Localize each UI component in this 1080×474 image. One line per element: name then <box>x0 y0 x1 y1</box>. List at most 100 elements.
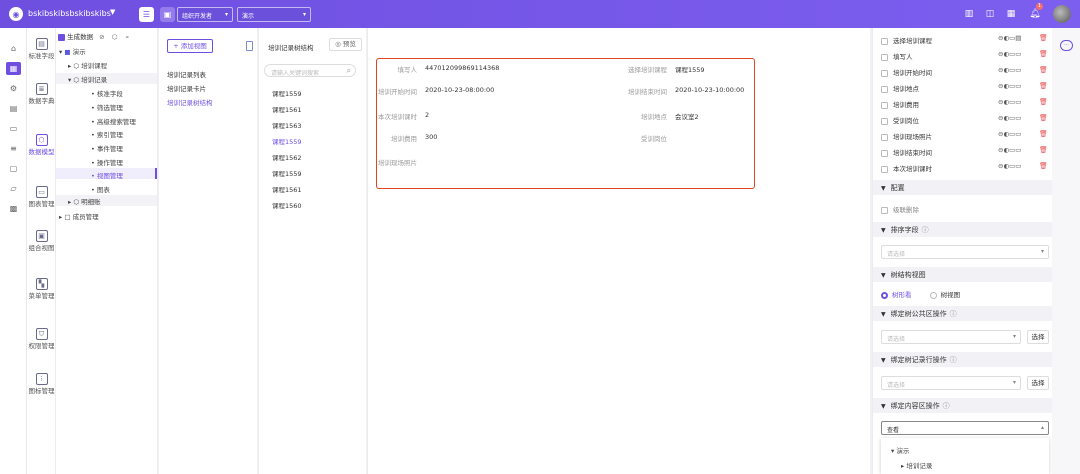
module-icon-manage[interactable]: ⁝ 图标管理 <box>27 373 56 396</box>
field-tools-icon[interactable]: ⊖◐▭▭ <box>998 82 1021 90</box>
layout-icon[interactable]: ◫ <box>984 8 996 20</box>
list-item[interactable]: 课程1559 <box>272 88 302 98</box>
info-icon[interactable]: ⓘ <box>922 226 929 234</box>
info-icon[interactable]: ⓘ <box>950 356 957 364</box>
org-select[interactable]: 组织开发者 ▾ <box>177 7 233 22</box>
radio-view[interactable] <box>929 291 937 299</box>
tree-node-record[interactable]: ▾ ⬡ 培训记录 <box>68 74 107 84</box>
field-row[interactable]: 培训开始时间 <box>881 67 932 77</box>
table-icon[interactable]: ▤ <box>6 102 21 115</box>
field-tools-icon[interactable]: ⊖◐▭▭ <box>998 130 1021 138</box>
trash-icon[interactable]: 🗑︎ <box>1039 130 1048 138</box>
field-tools-icon[interactable]: ⊖◐▭▤ <box>998 34 1021 42</box>
generate-data-checkbox[interactable] <box>58 33 65 41</box>
tree-node-child[interactable]: • 图表 <box>91 184 110 194</box>
home-icon[interactable]: ⌂ <box>6 42 21 55</box>
record-form[interactable]: 填写人 447012099869114368 选择培训课程 课程1559 培训开… <box>376 58 755 189</box>
section-row-op[interactable]: ▼ 绑定树记录行操作 ⓘ <box>873 352 1053 367</box>
tree-node-child[interactable]: • 操作管理 <box>91 157 123 167</box>
section-sort[interactable]: ▼ 排序字段 ⓘ <box>873 222 1053 237</box>
section-config[interactable]: ▼ 配置 <box>873 180 1053 195</box>
list-item[interactable]: 课程1563 <box>272 120 302 130</box>
field-row[interactable]: 培训现场照片 <box>881 131 932 141</box>
list-item-selected[interactable]: 课程1559 <box>272 136 302 146</box>
dropdown-option-root[interactable]: ▾ 演示 <box>891 445 909 455</box>
list-item[interactable]: 课程1561 <box>272 184 302 194</box>
field-tools-icon[interactable]: ⊖◐▭▭ <box>998 162 1021 170</box>
hierarchy-icon[interactable]: ⚙ <box>6 82 21 95</box>
trash-icon[interactable]: 🗑︎ <box>1039 34 1048 42</box>
field-checkbox[interactable] <box>881 69 888 77</box>
tree-node-child-selected[interactable]: • 视图管理 <box>91 170 123 180</box>
trash-icon[interactable]: 🗑︎ <box>1039 98 1048 106</box>
section-tree-view[interactable]: ▼ 树结构视图 <box>873 267 1053 282</box>
field-checkbox[interactable] <box>881 165 888 173</box>
view-item[interactable]: 培训记录卡片 <box>167 83 206 93</box>
module-combo-view[interactable]: ▣ 组合视图 <box>27 230 56 253</box>
tree-node-child[interactable]: • 筛选管理 <box>91 102 123 112</box>
list-icon[interactable]: ≡ <box>6 142 21 155</box>
trash-icon[interactable]: 🗑︎ <box>1039 146 1048 154</box>
tree-node-root[interactable]: ▾ ■ 演示 <box>59 46 86 56</box>
field-checkbox[interactable] <box>881 133 888 141</box>
view-item-selected[interactable]: 培训记录树结构 <box>167 97 213 107</box>
field-checkbox[interactable] <box>881 37 888 45</box>
sort-field-select[interactable]: 请选择 ▾ <box>881 245 1049 259</box>
radio-tree[interactable] <box>881 291 888 299</box>
cascade-delete-checkbox[interactable] <box>881 206 888 214</box>
search-icon[interactable]: ⌕ <box>125 33 129 41</box>
grid-view-icon[interactable]: ▦ <box>1005 8 1017 20</box>
field-tools-icon[interactable]: ⊖◐▭▭ <box>998 98 1021 106</box>
gallery-icon[interactable]: ▩ <box>6 202 21 215</box>
barcode-icon[interactable]: ▥ <box>963 8 975 20</box>
apps-icon[interactable]: ▦ <box>6 62 21 75</box>
preview-button[interactable]: ◎ 预览 <box>329 38 362 51</box>
field-row[interactable]: 选择培训课程 <box>881 35 932 45</box>
refresh-icon[interactable]: ⊘ <box>99 33 104 41</box>
section-content-op[interactable]: ▼ 绑定内容区操作 ⓘ <box>873 398 1053 413</box>
tree-node-detail[interactable]: ▸ ⬡ 明细账 <box>68 196 101 206</box>
tree-node-members[interactable]: ▸ □ 成员管理 <box>59 211 99 221</box>
trash-icon[interactable]: 🗑︎ <box>1039 114 1048 122</box>
section-public-op[interactable]: ▼ 绑定树公共区操作 ⓘ <box>873 306 1053 321</box>
cascade-delete-row[interactable]: 级联删除 <box>881 204 919 214</box>
module-data-model[interactable]: ⬡ 数据模型 <box>27 134 56 157</box>
field-row[interactable]: 填写人 <box>881 51 913 61</box>
folder-icon[interactable]: ▱ <box>6 182 21 195</box>
content-op-select[interactable]: 查看 ▴ <box>881 421 1049 435</box>
field-checkbox[interactable] <box>881 85 888 93</box>
choose-button[interactable]: 选择 <box>1027 330 1049 344</box>
trash-icon[interactable]: 🗑︎ <box>1039 162 1048 170</box>
list-item[interactable]: 课程1562 <box>272 152 302 162</box>
list-item[interactable]: 课程1561 <box>272 104 302 114</box>
search-input[interactable]: 请输入关键词搜索 ⌕ <box>264 64 356 77</box>
tree-node-child[interactable]: • 事件管理 <box>91 143 123 153</box>
tree-node-child[interactable]: • 高级搜索管理 <box>91 116 136 126</box>
choose-button[interactable]: 选择 <box>1027 376 1049 390</box>
field-row[interactable]: 培训地点 <box>881 83 919 93</box>
frame-icon[interactable]: ▣ <box>160 7 175 22</box>
tree-node-child[interactable]: • 核准字段 <box>91 88 123 98</box>
field-row[interactable]: 受训岗位 <box>881 115 919 125</box>
info-icon[interactable]: ⓘ <box>943 402 950 410</box>
view-item[interactable]: 培训记录列表 <box>167 69 206 79</box>
calendar-icon[interactable]: ▭ <box>6 122 21 135</box>
public-op-select[interactable]: 请选择 ▾ <box>881 330 1021 344</box>
info-icon[interactable]: ⓘ <box>950 310 957 318</box>
view-scroll-icon[interactable] <box>246 41 253 51</box>
row-op-select[interactable]: 请选择 ▾ <box>881 376 1021 390</box>
field-tools-icon[interactable]: ⊖◐▭▭ <box>998 114 1021 122</box>
field-row[interactable]: 培训费用 <box>881 99 919 109</box>
tree-node-child[interactable]: • 索引管理 <box>91 129 123 139</box>
tree-node-course[interactable]: ▸ ⬡ 培训课程 <box>68 60 107 70</box>
cube-icon[interactable]: ⬡ <box>112 33 118 41</box>
trash-icon[interactable]: 🗑︎ <box>1039 50 1048 58</box>
module-permission[interactable]: ⛉ 权限管理 <box>27 328 56 351</box>
trash-icon[interactable]: 🗑︎ <box>1039 82 1048 90</box>
module-chart[interactable]: ▭ 图表管理 <box>27 186 56 209</box>
app-switch-chevron-icon[interactable]: ▼ <box>110 8 115 16</box>
field-tools-icon[interactable]: ⊖◐▭▭ <box>998 66 1021 74</box>
project-select[interactable]: 演示 ▾ <box>237 7 311 22</box>
field-checkbox[interactable] <box>881 117 888 125</box>
module-menu[interactable]: ▚ 菜单管理 <box>27 278 56 301</box>
